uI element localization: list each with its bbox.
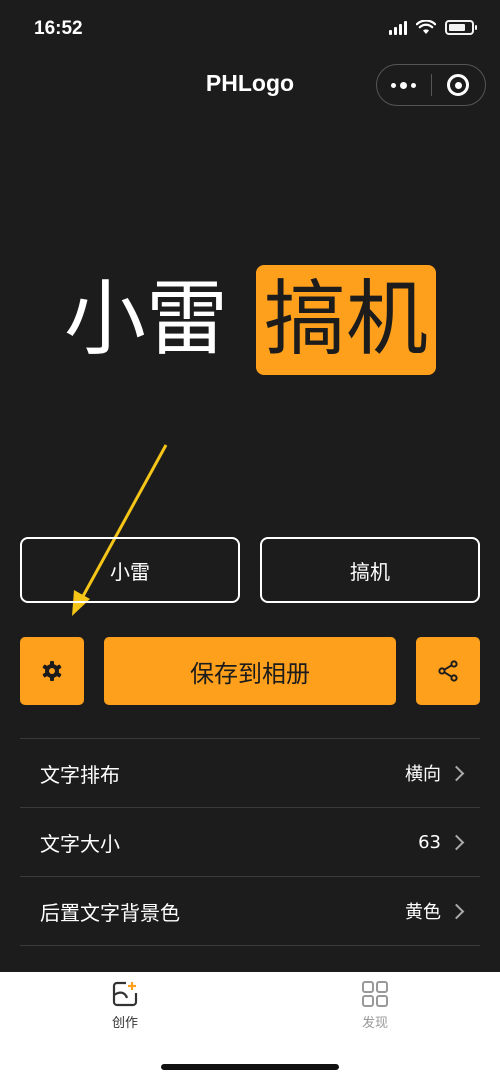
status-time: 16:52 (34, 18, 83, 39)
more-button[interactable] (377, 65, 431, 105)
tab-label: 创作 (111, 1016, 138, 1031)
home-indicator (161, 1064, 339, 1070)
more-icon (391, 81, 417, 89)
logo-preview: 小雷 搞机 (0, 260, 500, 380)
tab-label: 发现 (361, 1016, 388, 1031)
settings-row-label: 文字大小 (40, 831, 120, 856)
share-icon (438, 660, 458, 682)
share-button[interactable] (416, 637, 480, 705)
close-mini-program-button[interactable] (432, 65, 486, 105)
tab-discover[interactable]: 发现 (335, 980, 415, 1031)
front-text-input[interactable]: 小雷 (20, 537, 240, 603)
settings-row-text-layout[interactable]: 文字排布 横向 (20, 739, 480, 808)
gear-icon (42, 661, 62, 681)
create-icon (112, 981, 138, 1007)
logo-text-front: 小雷 (63, 272, 228, 367)
mini-program-capsule (376, 64, 486, 106)
tab-create[interactable]: 创作 (85, 980, 165, 1031)
save-to-album-button[interactable]: 保存到相册 (104, 637, 396, 705)
settings-row-value: 横向 (405, 764, 441, 785)
settings-row-label: 后置文字背景色 (40, 900, 180, 925)
settings-row-value: 黄色 (405, 902, 441, 923)
back-text-input[interactable]: 搞机 (260, 537, 480, 603)
settings-row-background-color[interactable]: 后置文字背景色 黄色 (20, 877, 480, 946)
status-bar: 16:52 (0, 0, 500, 60)
settings-row-value: 63 (418, 831, 441, 853)
chevron-right-icon (448, 903, 465, 919)
status-icons (389, 20, 477, 35)
signal-icon (389, 20, 407, 35)
settings-row-text-size[interactable]: 文字大小 63 (20, 808, 480, 877)
chevron-right-icon (448, 834, 465, 850)
target-icon (447, 74, 470, 96)
settings-row-label: 文字排布 (40, 762, 120, 787)
battery-icon (445, 20, 477, 35)
grid-icon (362, 981, 388, 1007)
settings-button[interactable] (20, 637, 84, 705)
logo-text-highlight: 搞机 (256, 265, 437, 375)
chevron-right-icon (448, 765, 465, 781)
settings-list: 文字排布 横向 文字大小 63 后置文字背景色 黄色 (20, 738, 480, 946)
wifi-icon (416, 20, 436, 34)
